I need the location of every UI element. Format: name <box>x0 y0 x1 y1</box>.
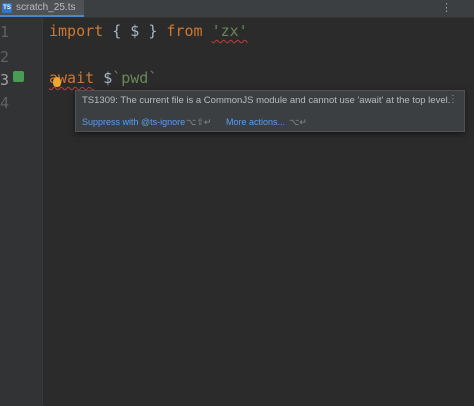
editor-tab-scratch[interactable]: TS scratch_25.ts <box>0 0 84 17</box>
suppress-shortcut: ⌥⇧↵ <box>186 117 212 127</box>
error-message: TS1309: The current file is a CommonJS m… <box>82 95 451 106</box>
run-gutter-icon[interactable] <box>13 71 24 82</box>
more-actions-link[interactable]: More actions... <box>226 117 285 127</box>
line-number: 4 <box>0 94 10 112</box>
tab-menu-icon[interactable]: ⋮ <box>441 1 452 14</box>
dollar-identifier: $ <box>103 69 113 87</box>
error-tooltip-popup: TS1309: The current file is a CommonJS m… <box>75 90 465 132</box>
code-line-1[interactable]: import { $ } from 'zx' <box>49 22 248 40</box>
line-number: 1 <box>0 23 10 41</box>
line-number: 2 <box>0 48 10 66</box>
brace-close: } <box>148 22 158 40</box>
line-number: 3 <box>0 71 10 89</box>
tab-label: scratch_25.ts <box>16 2 76 13</box>
from-keyword: from <box>166 22 203 40</box>
import-keyword: import <box>49 22 104 40</box>
more-actions-shortcut: ⌥↵ <box>289 117 307 127</box>
more-options-icon[interactable]: ⋮ <box>448 94 458 105</box>
dollar-identifier: $ <box>130 22 140 40</box>
brace-open: { <box>112 22 122 40</box>
template-string: `pwd` <box>112 69 158 87</box>
lightbulb-icon[interactable] <box>53 77 61 87</box>
code-line-3[interactable]: await $`pwd` <box>49 69 157 87</box>
suppress-ts-ignore-link[interactable]: Suppress with @ts-ignore <box>82 117 185 127</box>
typescript-file-icon: TS <box>2 2 12 13</box>
module-string: 'zx' <box>211 22 248 40</box>
editor-tab-bar: TS scratch_25.ts ⋮ <box>0 0 474 18</box>
